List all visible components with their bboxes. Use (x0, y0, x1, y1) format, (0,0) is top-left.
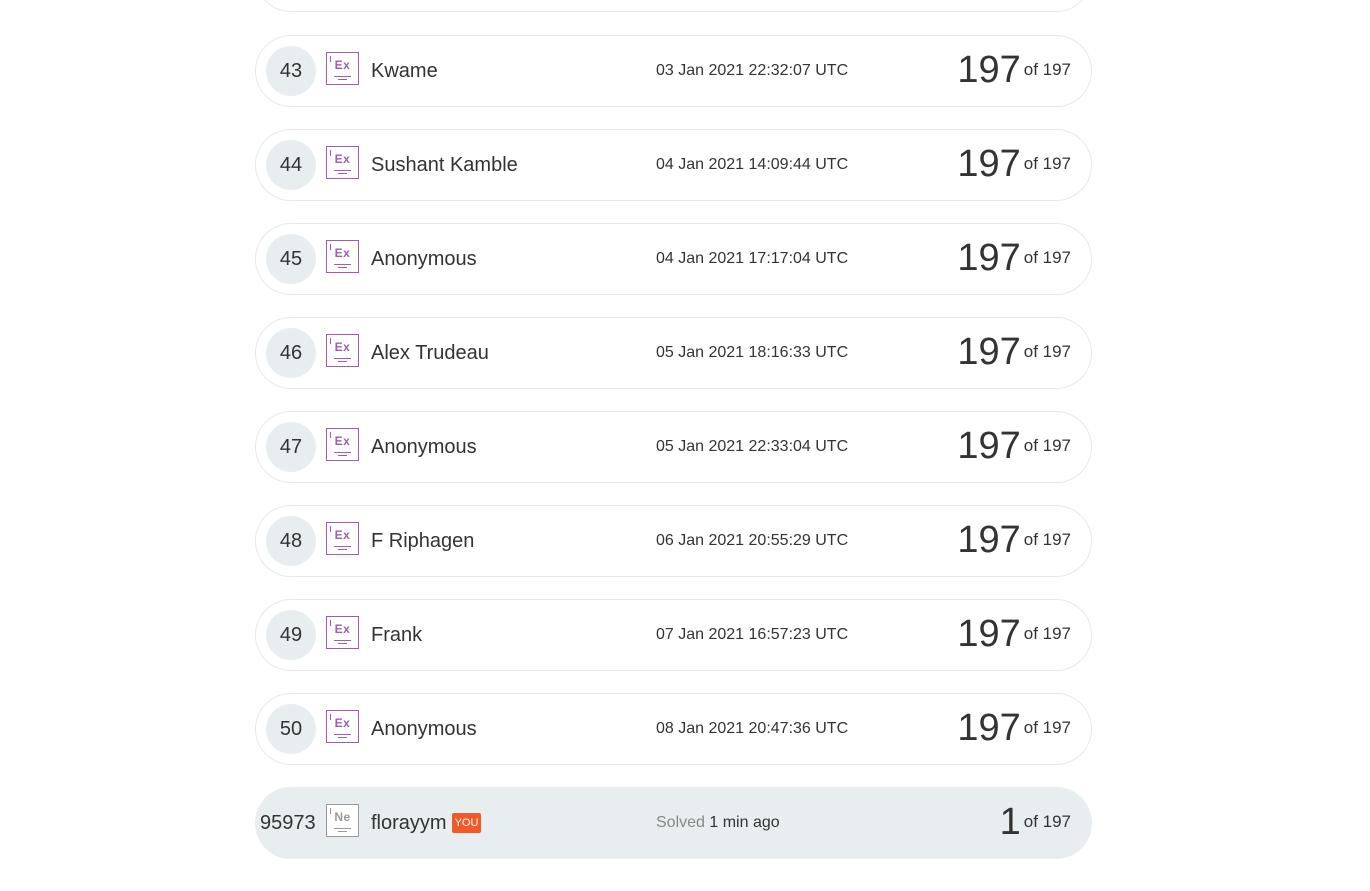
rank-number: 46 (266, 328, 316, 378)
expert-level-badge-icon: Ex (326, 428, 359, 461)
expert-level-badge-icon: Ex (326, 240, 359, 273)
score-total: of 197 (1023, 624, 1071, 643)
solved-time: 1 min ago (709, 814, 780, 831)
user-name: Frank (371, 624, 423, 646)
rank-number: 95973 (260, 812, 316, 834)
score-total: of 197 (1023, 154, 1071, 173)
expert-level-badge-icon: Ex (326, 334, 359, 367)
solve-date: 05 Jan 2021 22:33:04 UTC (656, 438, 849, 455)
rank-number: 45 (266, 234, 316, 284)
solve-date: 03 Jan 2021 22:32:07 UTC (656, 62, 849, 79)
leaderboard-row: 46 Ex Alex Trudeau 05 Jan 2021 18:16:33 … (255, 317, 1092, 389)
rank-number: 43 (266, 46, 316, 96)
score: 197 of 197 (957, 520, 1071, 560)
solved-label: Solved (656, 814, 705, 831)
rank-number: 49 (266, 610, 316, 660)
score: 197 of 197 (957, 144, 1071, 184)
score-total: of 197 (1023, 530, 1071, 549)
score-total: of 197 (1023, 248, 1071, 267)
user-name-text[interactable]: florayym (371, 812, 447, 834)
score: 197 of 197 (957, 238, 1071, 278)
expert-level-badge-icon: Ex (326, 710, 359, 743)
leaderboard-row: 47 Ex Anonymous 05 Jan 2021 22:33:04 UTC… (255, 411, 1092, 483)
score-value: 197 (957, 707, 1021, 749)
score-value: 197 (957, 49, 1021, 91)
user-name: Anonymous (371, 248, 477, 270)
score: 197 of 197 (957, 50, 1071, 90)
leaderboard-row: 50 Ex Anonymous 08 Jan 2021 20:47:36 UTC… (255, 693, 1092, 765)
solve-date: 07 Jan 2021 16:57:23 UTC (656, 626, 849, 643)
leaderboard-row: 43 Ex Kwame 03 Jan 2021 22:32:07 UTC 197… (255, 35, 1092, 107)
rank-number: 47 (266, 422, 316, 472)
expert-level-badge-icon: Ex (326, 616, 359, 649)
current-user-row: 95973 Ne florayym YOU Solved 1 min ago 1o… (255, 787, 1092, 859)
user-name: Alex Trudeau (371, 342, 489, 364)
score-total: of 197 (1023, 812, 1071, 831)
score: 197 of 197 (957, 332, 1071, 372)
score-total: of 197 (1023, 718, 1071, 737)
score-total: of 197 (1023, 342, 1071, 361)
expert-level-badge-icon: Ex (326, 522, 359, 555)
score-value: 197 (957, 331, 1021, 373)
rank-number: 50 (266, 704, 316, 754)
solve-date: 08 Jan 2021 20:47:36 UTC (656, 720, 849, 737)
rank-number: 48 (266, 516, 316, 566)
score-value: 197 (957, 519, 1021, 561)
user-name: Kwame (371, 60, 438, 82)
score-value: 1 (999, 801, 1021, 843)
leaderboard-row: 49 Ex Frank 07 Jan 2021 16:57:23 UTC 197… (255, 599, 1092, 671)
user-name: Anonymous (371, 436, 477, 458)
score-total: of 197 (1023, 60, 1071, 79)
score-value: 197 (957, 425, 1021, 467)
leaderboard-row: 48 Ex F Riphagen 06 Jan 2021 20:55:29 UT… (255, 505, 1092, 577)
score: 197 of 197 (957, 614, 1071, 654)
score-value: 197 (957, 143, 1021, 185)
expert-level-badge-icon: Ex (326, 52, 359, 85)
rank-number: 44 (266, 140, 316, 190)
leaderboard-row-partial (255, 0, 1092, 12)
score-value: 197 (957, 613, 1021, 655)
you-badge: YOU (451, 813, 482, 833)
expert-level-badge-icon: Ex (326, 146, 359, 179)
leaderboard-row: 45 Ex Anonymous 04 Jan 2021 17:17:04 UTC… (255, 223, 1092, 295)
solve-date: 04 Jan 2021 14:09:44 UTC (656, 156, 849, 173)
score-value: 197 (957, 237, 1021, 279)
user-name: F Riphagen (371, 530, 475, 552)
solve-date: 05 Jan 2021 18:16:33 UTC (656, 344, 849, 361)
solve-time: Solved 1 min ago (656, 814, 780, 832)
score: 197 of 197 (957, 426, 1071, 466)
score-total: of 197 (1023, 436, 1071, 455)
user-name: Anonymous (371, 718, 477, 740)
score: 197 of 197 (957, 708, 1071, 748)
score: 1 of 197 (1000, 802, 1071, 842)
newbie-level-badge-icon: Ne (326, 804, 359, 837)
solve-date: 04 Jan 2021 17:17:04 UTC (656, 250, 849, 267)
leaderboard-row: 44 Ex Sushant Kamble 04 Jan 2021 14:09:4… (255, 129, 1092, 201)
user-name: Sushant Kamble (371, 154, 518, 176)
solve-date: 06 Jan 2021 20:55:29 UTC (656, 532, 849, 549)
user-name[interactable]: florayym YOU (371, 812, 482, 835)
